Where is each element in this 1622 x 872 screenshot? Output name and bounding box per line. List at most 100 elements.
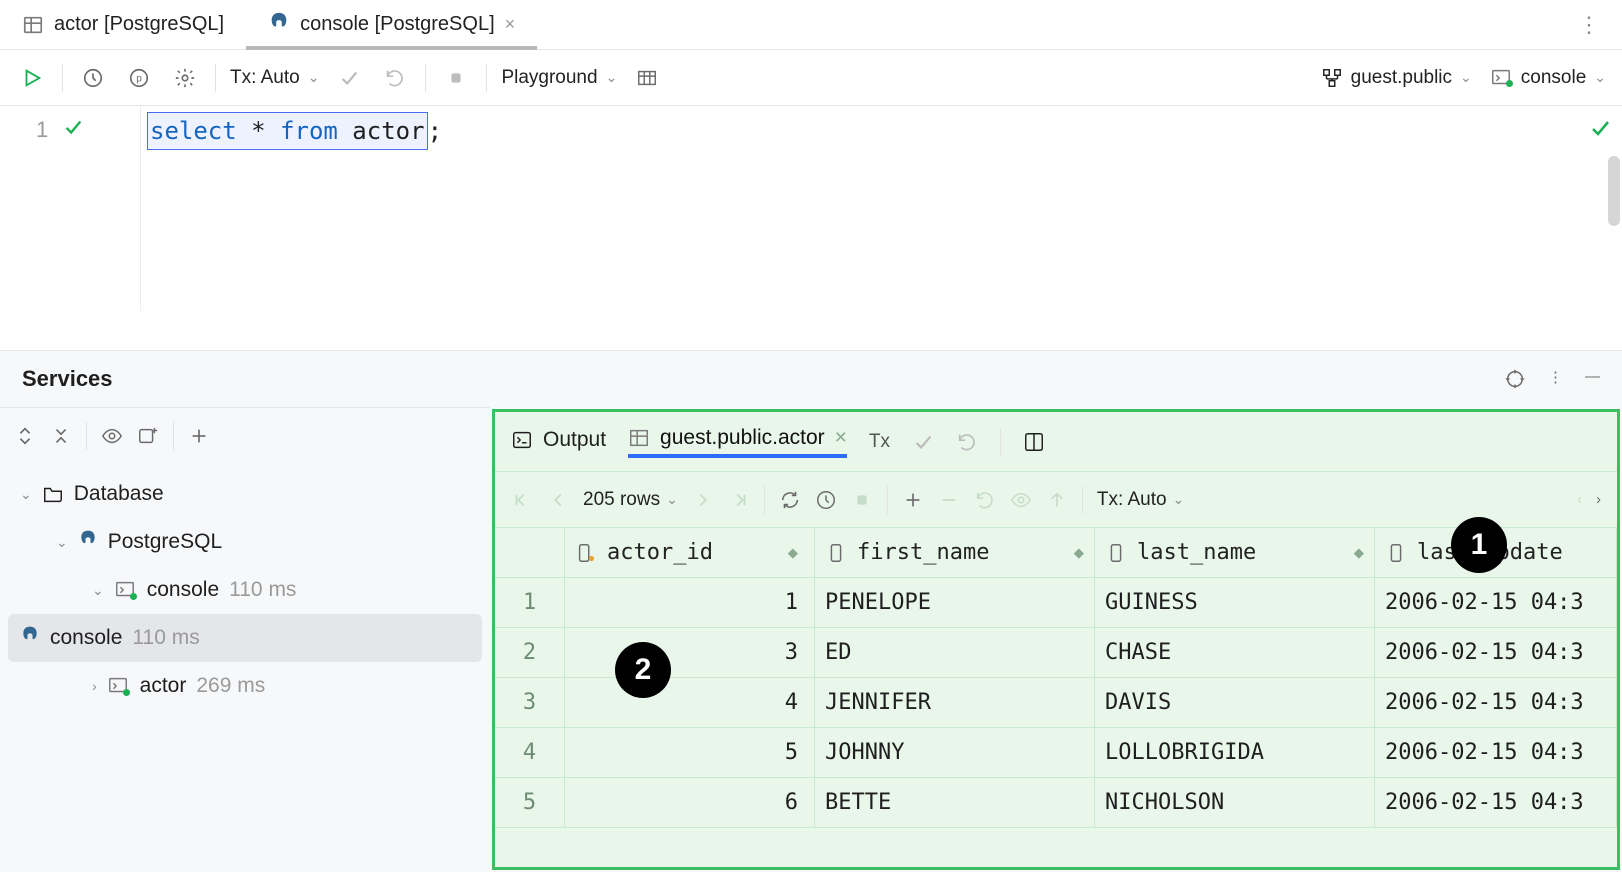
new-session-icon[interactable]	[137, 425, 159, 447]
minimize-icon[interactable]: —	[1585, 368, 1600, 390]
tab-actor[interactable]: actor [PostgreSQL]	[0, 0, 246, 49]
column-header[interactable]: actor_id ◆	[565, 528, 815, 577]
sort-icon[interactable]: ◆	[1354, 543, 1364, 563]
tx-auto-dropdown[interactable]: Tx: Auto ⌄	[1097, 489, 1184, 511]
tab-label: actor [PostgreSQL]	[54, 13, 224, 36]
console-icon	[107, 675, 130, 697]
row-count-dropdown[interactable]: 205 rows ⌄	[583, 489, 678, 511]
key-column-icon	[575, 542, 597, 564]
table-row[interactable]: 45JOHNNYLOLLOBRIGIDA2006-02-15 04:3	[495, 728, 1617, 778]
sort-icon[interactable]: ◆	[788, 543, 798, 563]
tab-console[interactable]: console [PostgreSQL] ×	[246, 0, 537, 49]
tab-output[interactable]: Output	[511, 428, 606, 456]
cell-last-name[interactable]: DAVIS	[1095, 678, 1375, 727]
preview-changes-icon[interactable]	[1010, 489, 1032, 511]
next-icon[interactable]: ›	[1596, 491, 1601, 508]
history-icon[interactable]	[77, 62, 109, 94]
stop-button[interactable]	[440, 62, 472, 94]
cell-first-name[interactable]: ED	[815, 628, 1095, 677]
prev-icon[interactable]: ‹	[1577, 491, 1582, 508]
table-row[interactable]: 11PENELOPEGUINESS2006-02-15 04:3	[495, 578, 1617, 628]
cell-actor-id[interactable]: 6	[565, 778, 815, 827]
commit-icon[interactable]	[333, 62, 365, 94]
cell-actor-id[interactable]: 4	[565, 678, 815, 727]
explain-plan-icon[interactable]: p	[123, 62, 155, 94]
cell-actor-id[interactable]: 3	[565, 628, 815, 677]
run-button[interactable]	[16, 62, 48, 94]
column-header[interactable]: first_name ◆	[815, 528, 1095, 577]
cell-actor-id[interactable]: 1	[565, 578, 815, 627]
chevron-down-icon: ⌄	[92, 582, 104, 599]
schema-selector[interactable]: guest.public ⌄	[1321, 67, 1472, 89]
tab-overflow-menu[interactable]: ⋮	[1556, 0, 1622, 49]
session-selector[interactable]: console ⌄	[1490, 67, 1606, 89]
add-row-icon[interactable]	[902, 489, 924, 511]
settings-icon[interactable]	[169, 62, 201, 94]
prev-page-icon[interactable]	[547, 489, 569, 511]
cell-last-update[interactable]: 2006-02-15 04:3	[1375, 578, 1617, 627]
chevron-down-icon: ⌄	[1594, 69, 1606, 86]
refresh-icon[interactable]	[779, 489, 801, 511]
collapse-all-icon[interactable]	[50, 425, 72, 447]
tab-result-grid[interactable]: guest.public.actor ×	[628, 426, 847, 458]
remove-row-icon[interactable]	[938, 489, 960, 511]
result-grid[interactable]: actor_id ◆ first_name ◆ last_name ◆	[495, 528, 1617, 867]
cell-first-name[interactable]: JOHNNY	[815, 728, 1095, 777]
cell-first-name[interactable]: JENNIFER	[815, 678, 1095, 727]
elephant-icon	[20, 625, 40, 651]
playground-dropdown[interactable]: Playground ⌄	[501, 67, 617, 89]
results-pane: Output guest.public.actor × Tx 205 rows	[492, 409, 1620, 870]
cell-last-name[interactable]: NICHOLSON	[1095, 778, 1375, 827]
history-icon[interactable]	[815, 489, 837, 511]
cell-last-name[interactable]: CHASE	[1095, 628, 1375, 677]
rollback-icon[interactable]	[956, 431, 978, 453]
table-header: actor_id ◆ first_name ◆ last_name ◆	[495, 528, 1617, 578]
stop-icon[interactable]	[851, 489, 873, 511]
tree-console-group[interactable]: ⌄ console 110 ms	[0, 566, 490, 614]
column-header[interactable]: last_name ◆	[1095, 528, 1375, 577]
first-page-icon[interactable]	[511, 489, 533, 511]
terminal-icon	[511, 429, 533, 451]
line-number: 1	[36, 117, 48, 143]
rollback-icon[interactable]	[379, 62, 411, 94]
cell-last-update[interactable]: 2006-02-15 04:3	[1375, 728, 1617, 777]
next-page-icon[interactable]	[692, 489, 714, 511]
close-icon[interactable]: ×	[835, 426, 847, 450]
cell-first-name[interactable]: PENELOPE	[815, 578, 1095, 627]
last-page-icon[interactable]	[728, 489, 750, 511]
console-icon	[1490, 67, 1513, 89]
sort-icon[interactable]: ◆	[1074, 543, 1084, 563]
chevron-down-icon: ⌄	[56, 534, 68, 551]
scrollbar[interactable]	[1608, 156, 1620, 226]
tx-mode-dropdown[interactable]: Tx: Auto ⌄	[230, 67, 319, 89]
revert-icon[interactable]	[974, 489, 996, 511]
cell-last-update[interactable]: 2006-02-15 04:3	[1375, 628, 1617, 677]
cell-last-update[interactable]: 2006-02-15 04:3	[1375, 678, 1617, 727]
cell-first-name[interactable]: BETTE	[815, 778, 1095, 827]
cell-last-update[interactable]: 2006-02-15 04:3	[1375, 778, 1617, 827]
cell-actor-id[interactable]: 5	[565, 728, 815, 777]
column-icon	[1105, 542, 1127, 564]
tree-actor-group[interactable]: › actor 269 ms	[0, 662, 490, 710]
submit-icon[interactable]	[1046, 489, 1068, 511]
code-line[interactable]: select * from actor;	[140, 106, 1622, 311]
layout-icon[interactable]	[1023, 431, 1045, 453]
view-mode-icon[interactable]	[631, 62, 663, 94]
add-icon[interactable]	[188, 425, 210, 447]
close-icon[interactable]: ×	[505, 14, 516, 35]
commit-icon[interactable]	[912, 431, 934, 453]
expand-all-icon[interactable]	[14, 425, 36, 447]
panel-menu-icon[interactable]: ⋮	[1548, 368, 1563, 390]
row-number: 1	[495, 578, 565, 627]
target-icon[interactable]	[1504, 368, 1526, 390]
cell-last-name[interactable]: LOLLOBRIGIDA	[1095, 728, 1375, 777]
row-number: 4	[495, 728, 565, 777]
folder-icon	[42, 483, 64, 505]
show-icon[interactable]	[101, 425, 123, 447]
tree-postgresql[interactable]: ⌄ PostgreSQL	[0, 518, 490, 566]
tree-console-session[interactable]: console 110 ms	[8, 614, 482, 662]
sql-editor[interactable]: 1 select * from actor;	[0, 106, 1622, 311]
table-row[interactable]: 56BETTENICHOLSON2006-02-15 04:3	[495, 778, 1617, 828]
cell-last-name[interactable]: GUINESS	[1095, 578, 1375, 627]
tree-database-root[interactable]: ⌄ Database	[0, 470, 490, 518]
